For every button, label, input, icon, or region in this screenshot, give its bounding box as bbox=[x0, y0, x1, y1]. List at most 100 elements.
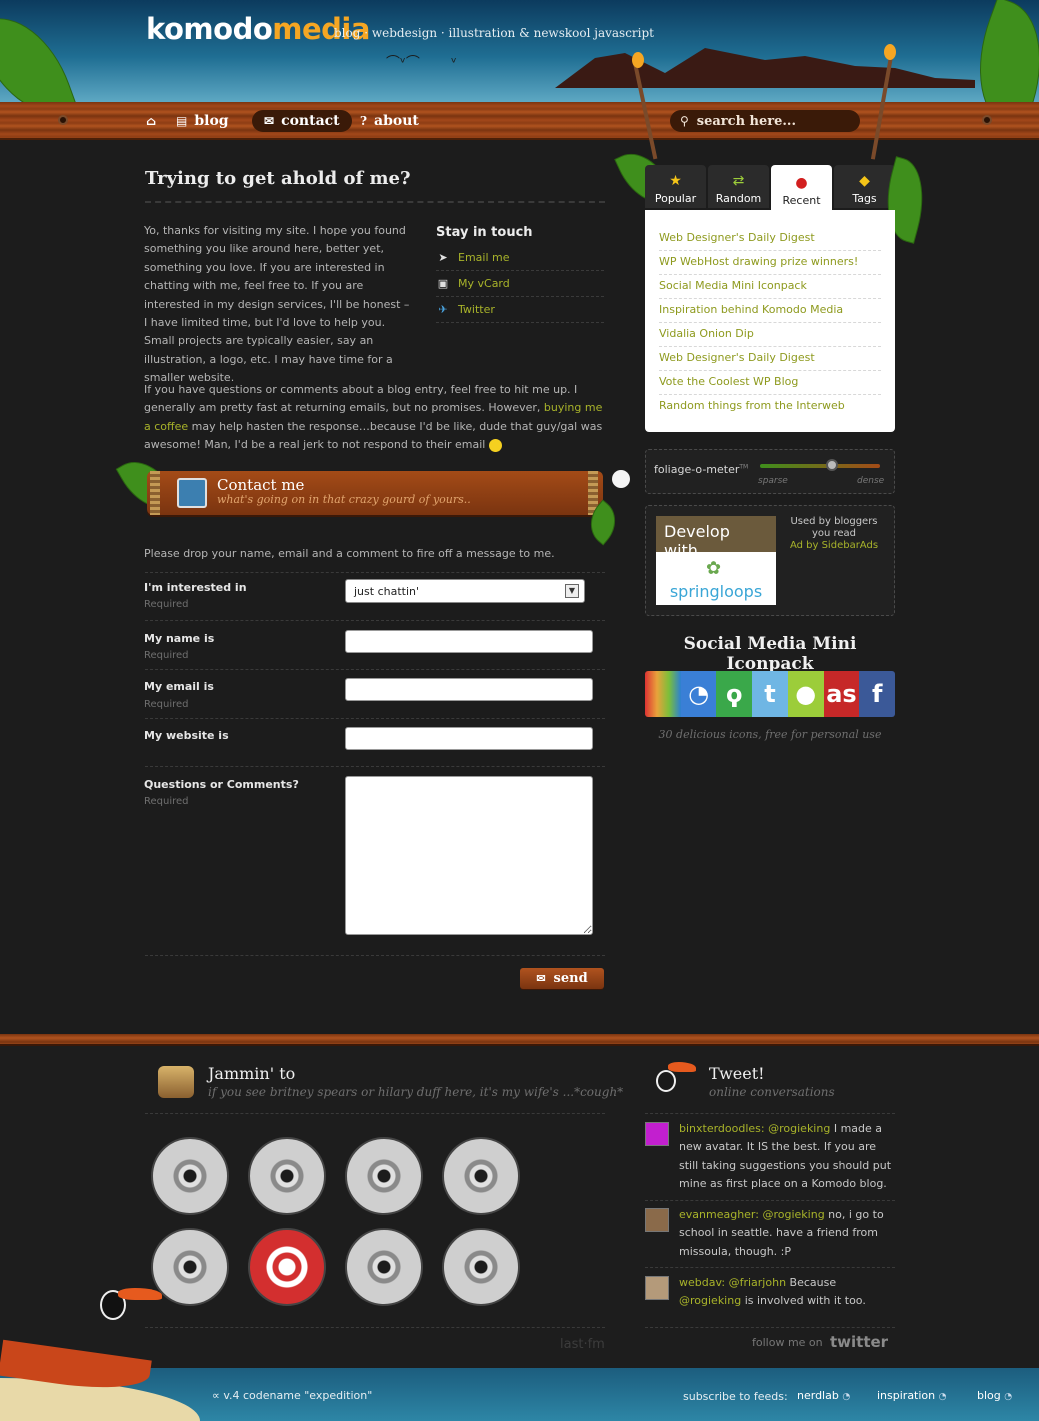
tag-icon: ◆ bbox=[859, 173, 870, 189]
album-cover[interactable] bbox=[151, 1228, 229, 1306]
flickr-icon: ● bbox=[787, 671, 824, 717]
divider bbox=[145, 955, 605, 956]
album-cover[interactable] bbox=[151, 1137, 229, 1215]
website-field[interactable] bbox=[345, 727, 593, 750]
promo-title[interactable]: Social Media Mini Iconpack bbox=[645, 634, 895, 674]
search-input[interactable] bbox=[696, 113, 847, 129]
nav-blog[interactable]: ▤ blog bbox=[176, 110, 229, 132]
tweet-subtitle: online conversations bbox=[709, 1085, 835, 1099]
feed-link-nerdlab[interactable]: nerdlab ◔ bbox=[797, 1389, 850, 1402]
interest-select[interactable]: just chattin' bbox=[345, 579, 585, 603]
send-button[interactable]: ✉ send bbox=[520, 968, 604, 989]
list-item[interactable]: WP WebHost drawing prize winners! bbox=[659, 251, 881, 275]
rss-icon: ◔ bbox=[1004, 1392, 1013, 1402]
website-label: My website is bbox=[144, 729, 229, 742]
mention-link[interactable]: @friarjohn bbox=[729, 1276, 786, 1289]
tweet-item: webdav: @friarjohn Because @rogieking is… bbox=[645, 1274, 895, 1318]
list-item[interactable]: Inspiration behind Komodo Media bbox=[659, 299, 881, 323]
mention-link[interactable]: @rogieking bbox=[762, 1208, 824, 1221]
nav-home[interactable]: ⌂ bbox=[146, 110, 156, 132]
email-label: My email is bbox=[144, 680, 214, 693]
lastfm-logo[interactable]: last·fm bbox=[560, 1337, 605, 1352]
music-title: Jammin' to bbox=[208, 1064, 296, 1083]
required-note: Required bbox=[144, 699, 189, 710]
divider bbox=[645, 1113, 895, 1114]
divider bbox=[145, 766, 605, 767]
email-field[interactable] bbox=[345, 678, 593, 701]
flame-icon bbox=[884, 44, 896, 60]
avatar[interactable] bbox=[645, 1208, 669, 1232]
rope-decoration bbox=[150, 471, 160, 515]
version-text: ∝ v.4 codename "expedition" bbox=[212, 1389, 373, 1402]
sparse-label: sparse bbox=[758, 476, 788, 486]
tweet-user-link[interactable]: binxterdoodles: bbox=[679, 1122, 765, 1135]
album-cover[interactable] bbox=[248, 1228, 326, 1306]
tab-random[interactable]: ⇄ Random bbox=[708, 165, 769, 208]
search-icon: ⚲ bbox=[680, 114, 689, 128]
twitter-icon: t bbox=[752, 671, 788, 717]
album-cover[interactable] bbox=[345, 1137, 423, 1215]
chevron-down-icon[interactable]: ▼ bbox=[565, 584, 579, 598]
star-icon: ★ bbox=[669, 173, 682, 189]
required-note: Required bbox=[144, 599, 189, 610]
tab-tags[interactable]: ◆ Tags bbox=[834, 165, 895, 208]
list-item[interactable]: Random things from the Interweb bbox=[659, 395, 881, 419]
divider bbox=[145, 718, 605, 719]
tab-recent[interactable]: ● Recent bbox=[771, 165, 832, 210]
list-item[interactable]: Social Media Mini Iconpack bbox=[659, 275, 881, 299]
music-subtitle: if you see britney spears or hilary duff… bbox=[208, 1085, 624, 1099]
album-cover[interactable] bbox=[248, 1137, 326, 1215]
tweet-item: evanmeagher: @rogieking no, i go to scho… bbox=[645, 1206, 895, 1266]
vcard-icon: ▣ bbox=[437, 277, 449, 290]
envelope-icon: ✉ bbox=[264, 114, 275, 128]
mention-link[interactable]: @rogieking bbox=[679, 1294, 741, 1307]
album-cover[interactable] bbox=[345, 1228, 423, 1306]
divider bbox=[145, 620, 605, 621]
site-tagline: blog · webdesign · illustration & newsko… bbox=[334, 26, 654, 40]
avatar[interactable] bbox=[645, 1122, 669, 1146]
nav-contact[interactable]: ✉ contact bbox=[252, 110, 352, 132]
tweet-user-link[interactable]: webdav: bbox=[679, 1276, 725, 1289]
mention-link[interactable]: @rogieking bbox=[768, 1122, 830, 1135]
feed-link-inspiration[interactable]: inspiration ◔ bbox=[877, 1389, 947, 1402]
vcard-link[interactable]: ▣ My vCard bbox=[436, 271, 604, 297]
comments-field[interactable] bbox=[345, 776, 593, 935]
foliage-slider-handle[interactable] bbox=[826, 459, 838, 471]
twitter-logo[interactable]: twitter bbox=[830, 1333, 888, 1351]
divider bbox=[645, 1327, 895, 1328]
mountains-illustration bbox=[555, 48, 975, 88]
divider bbox=[145, 669, 605, 670]
recent-posts-list: Web Designer's Daily Digest WP WebHost d… bbox=[645, 210, 895, 432]
nav-about[interactable]: ? about bbox=[360, 110, 419, 132]
feed-link-blog[interactable]: blog ◔ bbox=[977, 1389, 1012, 1402]
footer-wood-bar bbox=[0, 1034, 1039, 1046]
fish-icon: ∝ bbox=[212, 1389, 220, 1402]
tab-popular[interactable]: ★ Popular bbox=[645, 165, 706, 208]
stay-in-touch-title: Stay in touch bbox=[436, 225, 533, 240]
avatar[interactable] bbox=[645, 1276, 669, 1300]
home-icon: ⌂ bbox=[146, 114, 157, 128]
iconpack-preview[interactable]: ◔ ϙ t ● as f bbox=[645, 671, 895, 717]
bolt-icon bbox=[982, 115, 992, 125]
name-field[interactable] bbox=[345, 630, 593, 653]
ad-text: Used by bloggers you read Ad by SidebarA… bbox=[784, 516, 884, 552]
email-me-link[interactable]: ➤ Email me bbox=[436, 245, 604, 271]
bolt-icon bbox=[58, 115, 68, 125]
search-bar[interactable]: ⚲ bbox=[670, 110, 860, 132]
intro-paragraph-2: If you have questions or comments about … bbox=[144, 383, 603, 452]
album-cover[interactable] bbox=[442, 1137, 520, 1215]
tweet-user-link[interactable]: evanmeagher: bbox=[679, 1208, 759, 1221]
postage-stamp-icon bbox=[177, 478, 207, 508]
ad-credit-link[interactable]: Ad by SidebarAds bbox=[784, 540, 884, 552]
twitter-link[interactable]: ✈ Twitter bbox=[436, 297, 604, 323]
list-item[interactable]: Vidalia Onion Dip bbox=[659, 323, 881, 347]
rss-icon: ◔ bbox=[680, 671, 717, 717]
name-label: My name is bbox=[144, 632, 215, 645]
album-cover[interactable] bbox=[442, 1228, 520, 1306]
form-intro: Please drop your name, email and a comme… bbox=[144, 547, 555, 560]
list-item[interactable]: Vote the Coolest WP Blog bbox=[659, 371, 881, 395]
list-item[interactable]: Web Designer's Daily Digest bbox=[659, 227, 881, 251]
bongo-drums-icon bbox=[158, 1066, 194, 1098]
foliage-slider-track[interactable] bbox=[760, 464, 880, 468]
list-item[interactable]: Web Designer's Daily Digest bbox=[659, 347, 881, 371]
